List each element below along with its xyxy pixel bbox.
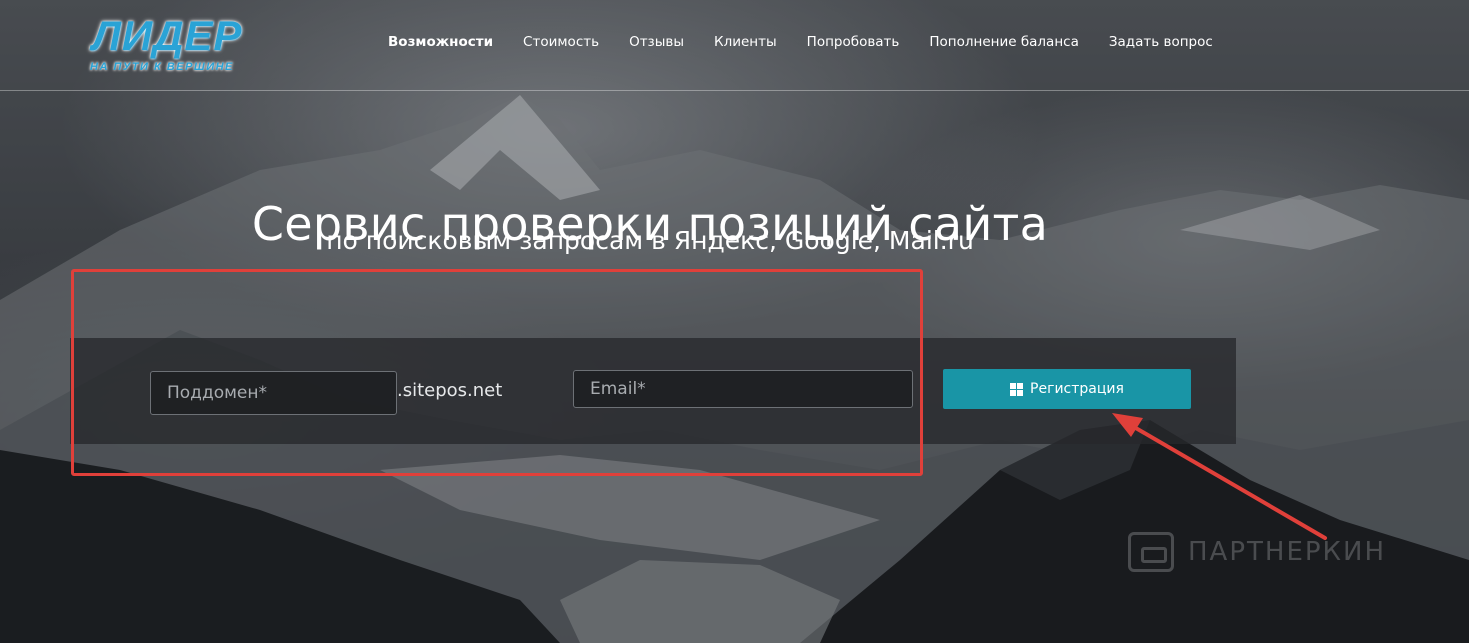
watermark-logo-icon: [1128, 532, 1174, 572]
watermark: ПАРТНЕРКИН: [1128, 527, 1386, 577]
watermark-text: ПАРТНЕРКИН: [1188, 537, 1387, 567]
